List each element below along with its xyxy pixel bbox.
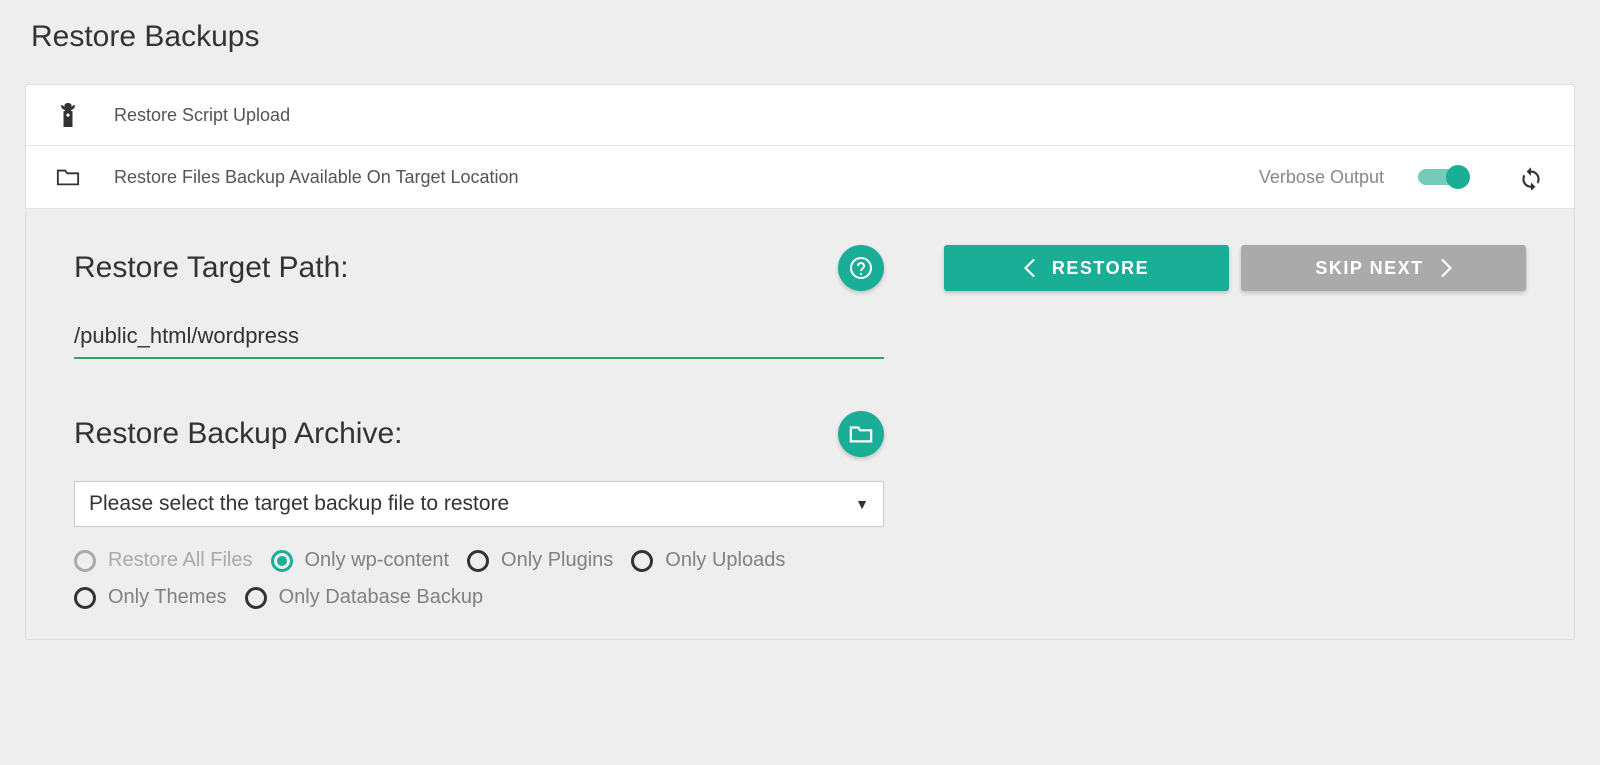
action-buttons: Restore Skip Next <box>944 245 1526 291</box>
archive-select[interactable]: Please select the target backup file to … <box>74 481 884 527</box>
radio-label: Only wp-content <box>305 549 450 572</box>
skip-next-button[interactable]: Skip Next <box>1241 245 1526 291</box>
archive-block: Restore Backup Archive: Please select th… <box>74 411 884 609</box>
verbose-output-toggle[interactable] <box>1418 169 1466 185</box>
target-path-input[interactable] <box>74 315 884 359</box>
restore-card: Restore Script Upload Restore Files Back… <box>25 84 1575 640</box>
radio-only-database[interactable]: Only Database Backup <box>245 586 484 609</box>
restore-button-label: Restore <box>1052 258 1149 279</box>
restore-button[interactable]: Restore <box>944 245 1229 291</box>
chevron-down-icon: ▼ <box>855 496 869 512</box>
radio-label: Restore All Files <box>108 549 253 572</box>
radio-only-uploads[interactable]: Only Uploads <box>631 549 785 572</box>
refresh-icon[interactable] <box>1518 164 1544 190</box>
radio-circle <box>467 550 489 572</box>
target-path-heading: Restore Target Path: <box>74 251 349 285</box>
radio-only-wpcontent[interactable]: Only wp-content <box>271 549 450 572</box>
panel-files-label: Restore Files Backup Available On Target… <box>114 167 519 188</box>
radio-only-themes[interactable]: Only Themes <box>74 586 227 609</box>
radio-label: Only Database Backup <box>279 586 484 609</box>
radio-circle <box>74 550 96 572</box>
radio-restore-all[interactable]: Restore All Files <box>74 549 253 572</box>
browse-archive-button[interactable] <box>838 411 884 457</box>
radio-label: Only Plugins <box>501 549 613 572</box>
archive-select-placeholder: Please select the target backup file to … <box>89 492 509 516</box>
help-button[interactable] <box>838 245 884 291</box>
restore-scope-radios: Restore All Files Only wp-content Only P… <box>74 549 884 609</box>
help-icon <box>849 256 873 280</box>
archive-heading: Restore Backup Archive: <box>74 417 403 451</box>
folder-outline-icon <box>56 165 80 189</box>
chevron-left-icon <box>1024 259 1036 277</box>
chevron-right-icon <box>1440 259 1452 277</box>
radio-circle <box>631 550 653 572</box>
radio-circle <box>74 587 96 609</box>
page-title: Restore Backups <box>31 20 1575 54</box>
toggle-thumb <box>1446 165 1470 189</box>
radio-label: Only Themes <box>108 586 227 609</box>
target-path-block: Restore Target Path: <box>74 245 884 359</box>
folder-icon <box>849 423 873 445</box>
verbose-output-label: Verbose Output <box>1259 167 1384 188</box>
radio-circle <box>245 587 267 609</box>
radio-circle <box>271 550 293 572</box>
skip-button-label: Skip Next <box>1315 258 1423 279</box>
remote-icon <box>56 103 80 127</box>
content-area: Restore Target Path: Restore Backup Arch… <box>26 209 1574 639</box>
radio-only-plugins[interactable]: Only Plugins <box>467 549 613 572</box>
panel-restore-files: Restore Files Backup Available On Target… <box>26 146 1574 209</box>
panel-script-upload[interactable]: Restore Script Upload <box>26 85 1574 146</box>
panel-upload-label: Restore Script Upload <box>114 105 290 126</box>
radio-label: Only Uploads <box>665 549 785 572</box>
